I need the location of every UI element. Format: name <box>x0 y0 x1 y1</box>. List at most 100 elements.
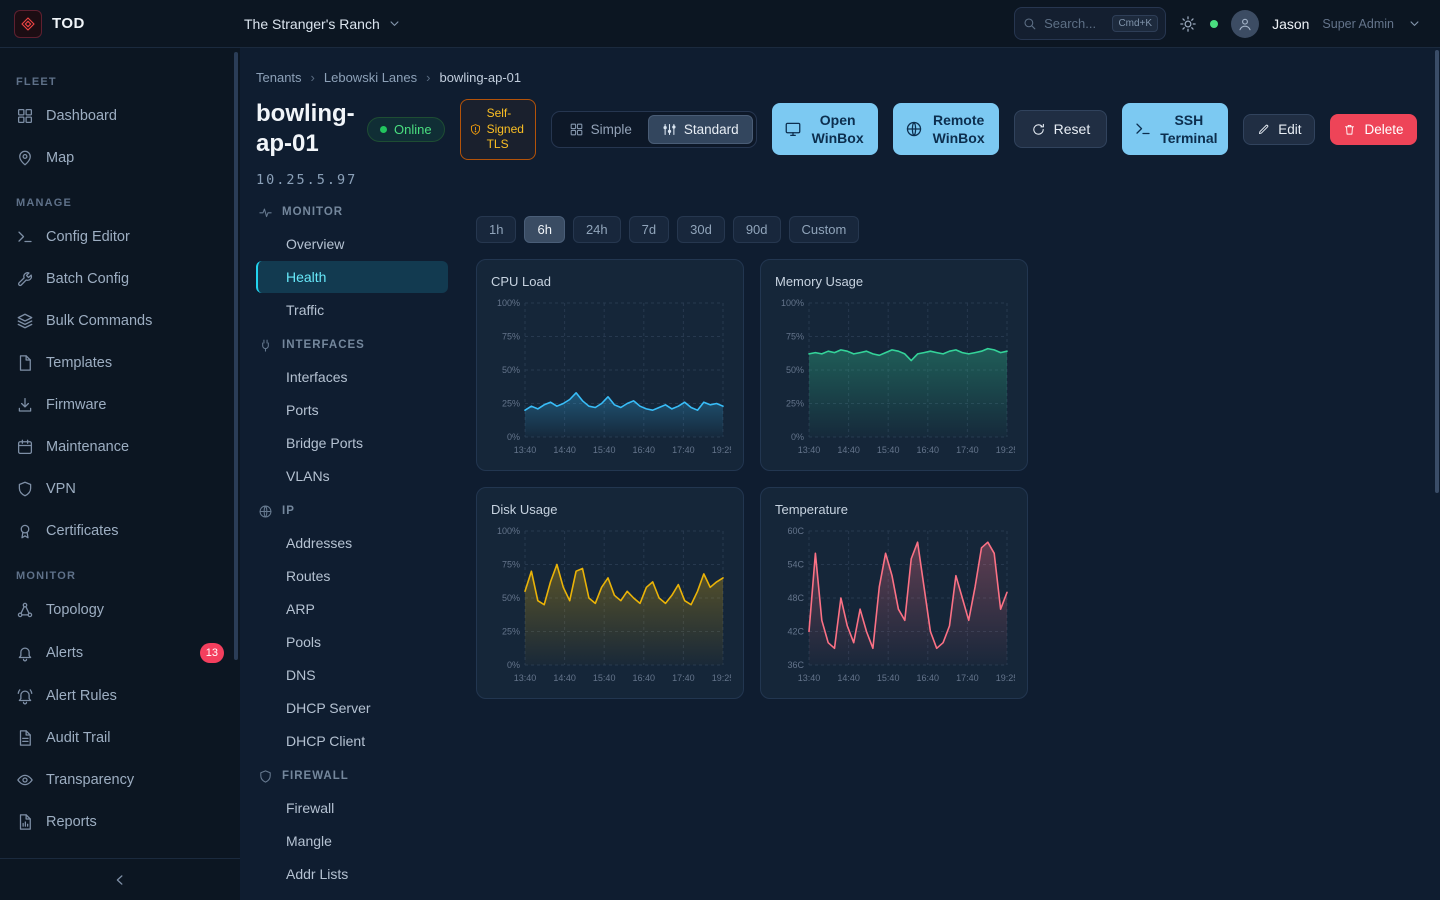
sidebar-item-transparency[interactable]: Transparency <box>0 759 240 801</box>
sidebar-collapse-button[interactable] <box>0 858 240 900</box>
breadcrumb-item-tenants[interactable]: Tenants <box>256 70 302 85</box>
sidebar-item-bulk-commands[interactable]: Bulk Commands <box>0 300 240 342</box>
sidebar-item-config-editor[interactable]: Config Editor <box>0 216 240 258</box>
sidebar-item-audit-trail[interactable]: Audit Trail <box>0 717 240 759</box>
subnav-item-pools[interactable]: Pools <box>256 626 448 658</box>
search-input[interactable]: Cmd+K <box>1014 7 1166 40</box>
avatar[interactable] <box>1231 10 1259 38</box>
chart-card-cpu-load: CPU Load0%25%50%75%100%13:4014:4015:4016… <box>476 259 744 471</box>
sidebar-item-label: Batch Config <box>46 271 224 287</box>
sidebar-item-alerts[interactable]: Alerts13 <box>0 631 240 675</box>
sidebar-item-topology[interactable]: Topology <box>0 589 240 631</box>
sidebar-item-alert-rules[interactable]: Alert Rules <box>0 675 240 717</box>
user-menu-chevron-icon[interactable] <box>1407 16 1422 31</box>
svg-text:16:40: 16:40 <box>633 445 656 455</box>
subnav-item-addresses[interactable]: Addresses <box>256 527 448 559</box>
time-range-1h[interactable]: 1h <box>476 216 516 243</box>
theme-toggle-sun-icon[interactable] <box>1179 15 1197 33</box>
ssh-terminal-button[interactable]: SSH Terminal <box>1122 103 1228 155</box>
tls-warning-badge: Self-Signed TLS <box>460 99 536 160</box>
svg-text:14:40: 14:40 <box>837 445 860 455</box>
page-scrollbar-thumb[interactable] <box>1435 50 1439 493</box>
subnav-item-overview[interactable]: Overview <box>256 228 448 260</box>
shield-icon <box>258 769 273 784</box>
sidebar-item-map[interactable]: Map <box>0 137 240 179</box>
svg-text:15:40: 15:40 <box>593 673 616 683</box>
breadcrumb-item-bowling-ap-01[interactable]: bowling-ap-01 <box>439 70 521 85</box>
subnav-header-label: FIREWALL <box>282 770 349 782</box>
sidebar-nav: FLEET Dashboard MapMANAGEConfig Editor Batc… <box>0 58 240 843</box>
topbar: TOD The Stranger's Ranch Cmd+K Jason Sup… <box>0 0 1440 48</box>
sidebar-item-maintenance[interactable]: Maintenance <box>0 426 240 468</box>
subnav-item-ports[interactable]: Ports <box>256 394 448 426</box>
reset-label: Reset <box>1054 121 1091 137</box>
subnav-item-traffic[interactable]: Traffic <box>256 294 448 326</box>
svg-text:54C: 54C <box>787 559 804 569</box>
subnav-item-arp[interactable]: ARP <box>256 593 448 625</box>
sidebar-item-reports[interactable]: Reports <box>0 801 240 843</box>
edit-label: Edit <box>1278 122 1301 137</box>
time-range-7d[interactable]: 7d <box>629 216 669 243</box>
open-winbox-button[interactable]: Open WinBox <box>772 103 878 155</box>
subnav-item-conntrack[interactable]: ConnTrack <box>256 891 448 900</box>
subnav-header-ip: IP <box>256 493 448 526</box>
time-range-6h[interactable]: 6h <box>524 216 564 243</box>
refresh-icon <box>1031 122 1046 137</box>
subnav-item-vlans[interactable]: VLANs <box>256 460 448 492</box>
subnav-item-addr-lists[interactable]: Addr Lists <box>256 858 448 890</box>
toggle-simple[interactable]: Simple <box>555 115 646 144</box>
svg-text:75%: 75% <box>502 559 520 569</box>
delete-button[interactable]: Delete <box>1330 114 1416 145</box>
svg-text:36C: 36C <box>787 660 804 670</box>
subnav-item-firewall[interactable]: Firewall <box>256 792 448 824</box>
subnav-item-mangle[interactable]: Mangle <box>256 825 448 857</box>
edit-button[interactable]: Edit <box>1243 114 1315 145</box>
subnav-item-health[interactable]: Health <box>256 261 448 293</box>
time-range-24h[interactable]: 24h <box>573 216 621 243</box>
subnav-header-monitor: MONITOR <box>256 194 448 227</box>
logo[interactable]: TOD <box>0 10 240 38</box>
svg-text:17:40: 17:40 <box>956 445 979 455</box>
subnav-item-dhcp-server[interactable]: DHCP Server <box>256 692 448 724</box>
sidebar-item-dashboard[interactable]: Dashboard <box>0 95 240 137</box>
reset-button[interactable]: Reset <box>1014 110 1108 148</box>
svg-text:15:40: 15:40 <box>877 445 900 455</box>
sidebar-item-certificates[interactable]: Certificates <box>0 510 240 552</box>
remote-winbox-button[interactable]: Remote WinBox <box>893 103 999 155</box>
sidebar-item-label: Dashboard <box>46 108 224 124</box>
subnav-item-dns[interactable]: DNS <box>256 659 448 691</box>
sidebar-section-label: FLEET <box>0 58 240 95</box>
sidebar-item-firmware[interactable]: Firmware <box>0 384 240 426</box>
sidebar-item-vpn[interactable]: VPN <box>0 468 240 510</box>
toggle-standard[interactable]: Standard <box>648 115 753 144</box>
subnav-item-bridge-ports[interactable]: Bridge Ports <box>256 427 448 459</box>
search-field[interactable] <box>1044 16 1102 31</box>
time-range-30d[interactable]: 30d <box>677 216 725 243</box>
sidebar: FLEET Dashboard MapMANAGEConfig Editor Batc… <box>0 48 240 900</box>
terminal-icon <box>16 228 34 246</box>
sidebar-item-label: Certificates <box>46 523 224 539</box>
sidebar-scrollbar[interactable] <box>234 52 238 660</box>
breadcrumb-item-lebowski-lanes[interactable]: Lebowski Lanes <box>324 70 417 85</box>
sidebar-item-label: Reports <box>46 814 224 830</box>
time-range-custom[interactable]: Custom <box>789 216 860 243</box>
view-mode-toggle: Simple Standard <box>551 111 757 148</box>
subnav-item-routes[interactable]: Routes <box>256 560 448 592</box>
subnav-item-interfaces[interactable]: Interfaces <box>256 361 448 393</box>
sidebar-item-batch-config[interactable]: Batch Config <box>0 258 240 300</box>
svg-text:14:40: 14:40 <box>553 673 576 683</box>
toggle-simple-label: Simple <box>591 122 632 137</box>
chevron-left-icon <box>111 871 129 889</box>
pencil-icon <box>1257 123 1270 136</box>
svg-text:0%: 0% <box>507 432 520 442</box>
svg-text:25%: 25% <box>502 626 520 636</box>
sidebar-section-label: MANAGE <box>0 179 240 216</box>
sidebar-item-templates[interactable]: Templates <box>0 342 240 384</box>
subnav-item-dhcp-client[interactable]: DHCP Client <box>256 725 448 757</box>
time-range-90d[interactable]: 90d <box>733 216 781 243</box>
tls-label: Self-Signed TLS <box>487 106 527 153</box>
svg-text:17:40: 17:40 <box>672 673 695 683</box>
svg-text:15:40: 15:40 <box>877 673 900 683</box>
chart-card-disk-usage: Disk Usage0%25%50%75%100%13:4014:4015:40… <box>476 487 744 699</box>
tenant-selector[interactable]: The Stranger's Ranch <box>244 16 402 32</box>
